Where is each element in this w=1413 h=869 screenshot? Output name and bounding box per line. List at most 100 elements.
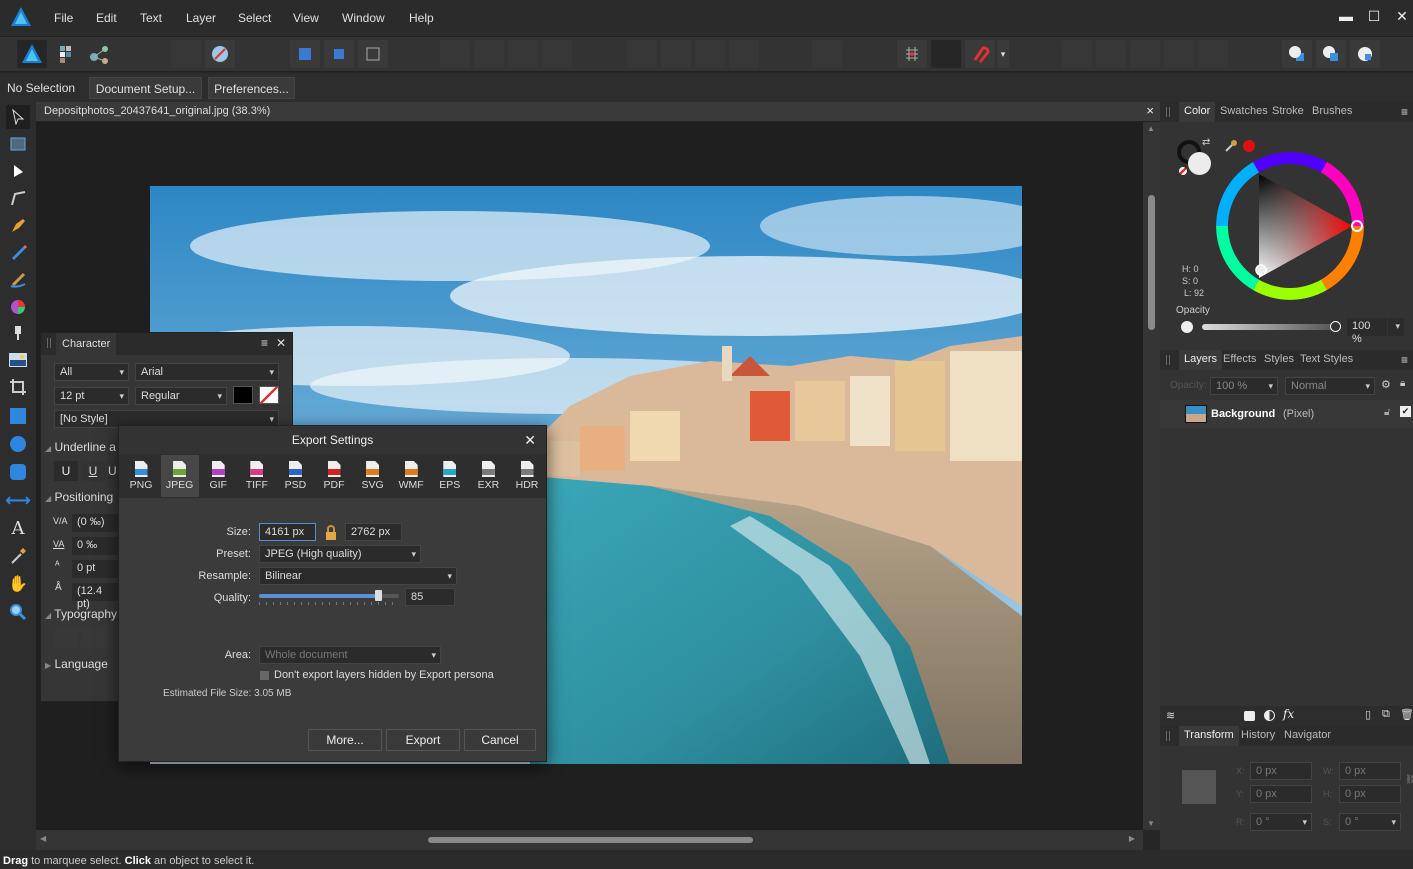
deselect-button[interactable]	[324, 40, 354, 68]
corner-tool[interactable]	[6, 186, 30, 210]
toolbar-button[interactable]	[1164, 40, 1194, 68]
format-gif-button[interactable]: GIF	[199, 455, 237, 497]
layer-lock-icon[interactable]: 🔓︎	[1384, 407, 1390, 418]
text-fill-color-swatch[interactable]	[233, 386, 253, 404]
layer-settings-icon[interactable]: ⚙	[1381, 378, 1391, 391]
link-icon[interactable]: ⛓	[1405, 774, 1413, 785]
positioning-section-toggle[interactable]: ◢ Positioning	[45, 490, 113, 504]
fill-tool[interactable]	[6, 294, 30, 318]
color-wheel[interactable]	[1216, 152, 1364, 300]
close-window-button[interactable]: ✕	[1394, 8, 1410, 24]
w-field[interactable]: 0 px	[1339, 762, 1401, 780]
format-pdf-button[interactable]: PDF	[315, 455, 353, 497]
color-picker-tool[interactable]	[6, 544, 30, 568]
underline-section-toggle[interactable]: ◢ Underline a	[45, 440, 116, 454]
shear-field[interactable]: 0 °	[1339, 813, 1401, 831]
more-button[interactable]: More...	[308, 729, 382, 751]
horizontal-scrollbar[interactable]: ◀ ▶	[36, 830, 1143, 850]
snapping-dropdown[interactable]: ▾	[997, 40, 1009, 68]
toolbar-button[interactable]	[474, 40, 504, 68]
maximize-button[interactable]: ☐	[1366, 8, 1382, 24]
no-color-icon[interactable]	[1179, 167, 1187, 175]
format-eps-button[interactable]: EPS	[431, 455, 469, 497]
baseline-field[interactable]: 0 pt	[72, 560, 118, 578]
toolbar-button[interactable]	[729, 40, 759, 68]
document-setup-button[interactable]: Document Setup...	[89, 77, 202, 99]
scroll-right-icon[interactable]: ▶	[1129, 834, 1135, 843]
menu-select[interactable]: Select	[238, 11, 271, 25]
swap-colors-icon[interactable]: ⇄	[1202, 137, 1210, 148]
rounded-rectangle-tool[interactable]	[6, 460, 30, 484]
layer-row[interactable]: Background (Pixel) 🔓︎ ✔	[1160, 400, 1413, 428]
cancel-button[interactable]: Cancel	[464, 729, 536, 751]
menu-window[interactable]: Window	[342, 11, 385, 25]
fx-icon[interactable]: fx	[1283, 707, 1294, 721]
panel-menu-icon[interactable]: ≡	[1401, 105, 1408, 119]
tab-text-styles[interactable]: Text Styles	[1300, 353, 1353, 365]
intersect-boolean-button[interactable]	[1350, 40, 1380, 68]
zoom-tool[interactable]	[6, 600, 30, 624]
blend-mode-dropdown[interactable]: Normal	[1285, 377, 1375, 395]
rotation-field[interactable]: 0 °	[1250, 813, 1312, 831]
tracking-field[interactable]: 0 ‰	[72, 537, 118, 555]
kerning-field[interactable]: (0 ‰)	[72, 514, 118, 532]
pencil-tool[interactable]	[6, 240, 30, 264]
snapping-grid-button[interactable]	[897, 40, 927, 68]
format-tiff-button[interactable]: TIFF	[238, 455, 276, 497]
picked-color-swatch[interactable]	[1243, 140, 1255, 152]
export-button[interactable]: Export	[386, 729, 460, 751]
menu-layer[interactable]: Layer	[186, 11, 216, 25]
crop-tool[interactable]	[6, 375, 30, 399]
preset-dropdown[interactable]: JPEG (High quality)	[259, 545, 421, 563]
format-hdr-button[interactable]: HDR	[508, 455, 546, 497]
double-arrow-tool[interactable]: ⟷	[5, 488, 31, 512]
toolbar-button[interactable]	[1096, 40, 1126, 68]
transparency-tool[interactable]	[6, 321, 30, 345]
toolbar-button[interactable]	[695, 40, 725, 68]
node-tool[interactable]	[6, 159, 30, 183]
duplicate-layer-icon[interactable]: ⧉	[1382, 708, 1390, 721]
panel-grip[interactable]	[1166, 731, 1170, 741]
menu-view[interactable]: View	[293, 11, 319, 25]
panel-menu-icon[interactable]: ≡	[1401, 353, 1408, 367]
panel-menu-icon[interactable]: ≡	[261, 336, 268, 350]
tab-swatches[interactable]: Swatches	[1220, 105, 1268, 117]
mask-layer-icon[interactable]	[1244, 711, 1255, 721]
resample-dropdown[interactable]: Bilinear	[259, 567, 457, 585]
format-png-button[interactable]: PNG	[122, 455, 160, 497]
tab-effects[interactable]: Effects	[1223, 353, 1256, 365]
flower-button[interactable]	[205, 40, 235, 68]
font-weight-dropdown[interactable]: Regular	[135, 387, 227, 405]
toolbar-button[interactable]	[1130, 40, 1160, 68]
toolbar-button[interactable]	[542, 40, 572, 68]
fill-color-well[interactable]	[1188, 152, 1211, 175]
vertical-scroll-thumb[interactable]	[1148, 195, 1155, 330]
minimize-button[interactable]: ▬	[1338, 8, 1354, 24]
preferences-button[interactable]: Preferences...	[208, 77, 295, 99]
designer-persona-button[interactable]	[17, 40, 47, 68]
x-field[interactable]: 0 px	[1250, 762, 1312, 780]
view-tool[interactable]: ✋	[6, 572, 30, 596]
ligature-button[interactable]	[54, 629, 78, 647]
delete-layer-icon[interactable]: 🗑︎	[1400, 708, 1413, 721]
adjustment-icon[interactable]	[1264, 710, 1275, 721]
invert-selection-button[interactable]	[358, 40, 388, 68]
hidden-layers-checkbox[interactable]	[260, 671, 269, 680]
layer-visibility-checkbox[interactable]: ✔	[1400, 406, 1411, 417]
eyedropper-icon[interactable]	[1224, 139, 1238, 153]
close-dialog-button[interactable]: ✕	[524, 426, 536, 454]
toolbar-button[interactable]	[440, 40, 470, 68]
language-section-toggle[interactable]: ▶ Language	[45, 657, 108, 671]
character-tab[interactable]: Character	[56, 333, 117, 355]
aspect-lock-icon[interactable]	[324, 525, 338, 541]
leading-field[interactable]: (12.4 pt)	[72, 583, 118, 610]
font-family-dropdown[interactable]: Arial	[135, 363, 279, 381]
tab-navigator[interactable]: Navigator	[1284, 729, 1331, 741]
area-dropdown[interactable]: Whole document	[259, 646, 441, 664]
font-size-field[interactable]: 12 pt	[54, 387, 129, 405]
y-field[interactable]: 0 px	[1250, 785, 1312, 803]
select-all-button[interactable]	[290, 40, 320, 68]
format-exr-button[interactable]: EXR	[469, 455, 507, 497]
tab-color[interactable]: Color	[1179, 102, 1216, 122]
horizontal-scroll-thumb[interactable]	[428, 837, 753, 843]
